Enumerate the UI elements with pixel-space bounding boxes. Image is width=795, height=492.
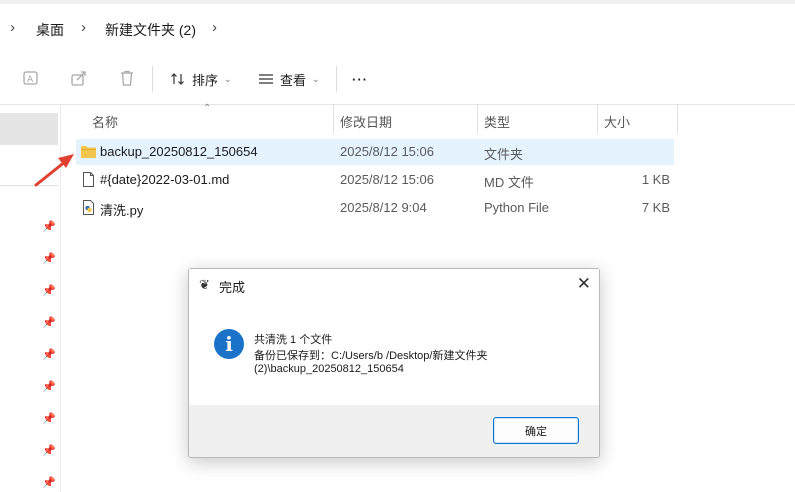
file-name: backup_20250812_150654 xyxy=(100,144,258,159)
file-modified: 2025/8/12 15:06 xyxy=(340,144,434,159)
pin-icon[interactable]: 📌 xyxy=(42,348,56,361)
column-divider[interactable] xyxy=(597,104,598,134)
file-type: 文件夹 xyxy=(484,147,524,162)
svg-text:A: A xyxy=(27,75,34,85)
file-size: 7 KB xyxy=(641,200,670,215)
view-icon xyxy=(259,74,273,84)
view-button[interactable]: 查看 ⌄ xyxy=(258,68,320,90)
dialog-title: 完成 xyxy=(219,280,246,295)
column-divider[interactable] xyxy=(677,104,678,134)
feather-icon: ❦ xyxy=(199,277,210,292)
folder-icon xyxy=(81,146,96,158)
rename-icon[interactable]: A xyxy=(21,68,41,88)
pin-icon[interactable]: 📌 xyxy=(42,220,56,233)
file-name: #{date}2022-03-01.md xyxy=(100,172,230,187)
chevron-right-icon[interactable]: › xyxy=(212,19,217,36)
column-header-modified[interactable]: 修改日期 xyxy=(340,112,392,131)
address-bar[interactable]: › 桌面 › 新建文件夹 (2) › xyxy=(0,4,795,50)
dialog-message-line: 共清洗 1 个文件 xyxy=(254,334,333,346)
file-modified: 2025/8/12 9:04 xyxy=(340,200,427,215)
close-icon[interactable]: ✕ xyxy=(577,274,591,294)
pin-icon[interactable]: 📌 xyxy=(42,284,56,297)
pin-icon[interactable]: 📌 xyxy=(42,252,56,265)
file-row[interactable]: 清洗.py 2025/8/12 9:04 Python File 7 KB xyxy=(76,195,674,221)
ok-button[interactable]: 确定 xyxy=(493,417,579,444)
info-icon: i xyxy=(214,329,244,359)
file-size: 1 KB xyxy=(641,172,670,187)
document-icon xyxy=(83,172,94,187)
annotation-arrow xyxy=(34,154,74,187)
file-modified: 2025/8/12 15:06 xyxy=(340,172,434,187)
column-divider[interactable] xyxy=(333,104,334,134)
chevron-right-icon[interactable]: › xyxy=(81,19,86,36)
share-icon[interactable] xyxy=(69,68,89,88)
view-label: 查看 xyxy=(280,72,307,88)
sort-icon xyxy=(171,73,184,85)
breadcrumb-current-folder[interactable]: 新建文件夹 (2) xyxy=(105,20,196,40)
column-header-type[interactable]: 类型 xyxy=(484,112,510,131)
pin-icon[interactable]: 📌 xyxy=(42,444,56,457)
column-divider[interactable] xyxy=(477,104,478,134)
dialog-message-line: (2)\backup_20250812_150654 xyxy=(254,363,404,375)
dialog-body: i 共清洗 1 个文件 备份已保存到：C:/Users/b /Desktop/新… xyxy=(189,301,599,405)
sort-button[interactable]: 排序 ⌄ xyxy=(170,68,232,90)
toolbar-divider xyxy=(336,66,337,92)
delete-icon[interactable] xyxy=(117,68,137,88)
pin-icon[interactable]: 📌 xyxy=(42,380,56,393)
file-row[interactable]: #{date}2022-03-01.md 2025/8/12 15:06 MD … xyxy=(76,167,674,193)
pin-icon[interactable]: 📌 xyxy=(42,316,56,329)
more-options-button[interactable]: ··· xyxy=(352,68,368,90)
python-file-icon xyxy=(83,200,94,215)
breadcrumb-desktop[interactable]: 桌面 xyxy=(36,20,64,40)
command-bar: A 排序 ⌄ 查看 ⌄ ··· xyxy=(0,54,795,105)
toolbar-divider xyxy=(152,66,153,92)
dialog-titlebar: ❦ 完成 ✕ xyxy=(189,269,599,301)
sort-ascending-icon: ⌃ xyxy=(203,103,212,114)
chevron-right-icon[interactable]: › xyxy=(10,19,15,36)
column-header-name[interactable]: 名称 xyxy=(92,112,118,131)
file-type: MD 文件 xyxy=(484,175,534,190)
dialog-message-line: 备份已保存到：C:/Users/b /Desktop/新建文件夹 xyxy=(254,350,488,362)
pin-icon[interactable]: 📌 xyxy=(42,412,56,425)
pin-icon[interactable]: 📌 xyxy=(42,476,56,489)
chevron-down-icon: ⌄ xyxy=(224,73,232,84)
message-dialog: ❦ 完成 ✕ i 共清洗 1 个文件 备份已保存到：C:/Users/b /De… xyxy=(188,268,600,458)
column-header-size[interactable]: 大小 xyxy=(604,112,630,131)
file-name: 清洗.py xyxy=(100,203,144,218)
file-type: Python File xyxy=(484,200,550,215)
chevron-down-icon: ⌄ xyxy=(312,73,320,84)
sort-label: 排序 xyxy=(192,72,219,88)
file-row[interactable]: backup_20250812_150654 2025/8/12 15:06 文… xyxy=(76,139,674,165)
